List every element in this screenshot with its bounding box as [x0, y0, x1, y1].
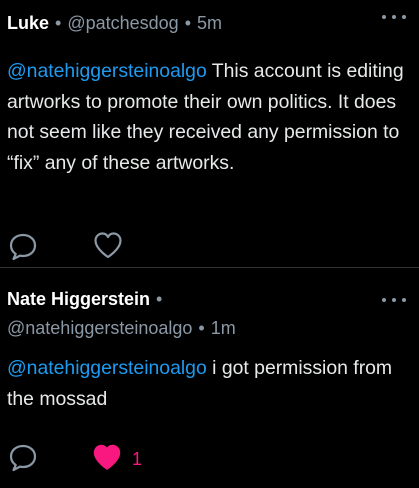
separator: • — [55, 13, 62, 33]
author-name[interactable]: Luke — [7, 13, 49, 33]
separator: • — [156, 289, 163, 309]
post-subheader: @natehiggersteinoalgo • 1m — [7, 317, 236, 339]
reply-bubble-icon[interactable] — [7, 441, 39, 473]
author-handle[interactable]: @natehiggersteinoalgo — [7, 318, 192, 338]
reply-bubble-icon[interactable] — [7, 230, 39, 262]
mention-link[interactable]: @natehiggersteinoalgo — [7, 357, 207, 379]
separator: • — [198, 318, 205, 338]
more-horizontal-icon[interactable] — [382, 13, 408, 21]
post-header: Nate Higgerstein • — [7, 288, 168, 310]
post-header: Luke • @patchesdog • 5m — [7, 12, 222, 34]
heart-icon[interactable] — [91, 441, 123, 473]
mention-link[interactable]: @natehiggersteinoalgo — [7, 60, 207, 82]
timestamp[interactable]: 5m — [197, 13, 222, 33]
author-name[interactable]: Nate Higgerstein — [7, 289, 150, 309]
like-count: 1 — [132, 449, 143, 469]
post-text: @natehiggersteinoalgo This account is ed… — [7, 56, 407, 178]
author-handle[interactable]: @patchesdog — [67, 13, 178, 33]
heart-icon[interactable] — [92, 229, 124, 261]
post-card[interactable]: Nate Higgerstein • @natehiggersteinoalgo •… — [0, 269, 419, 488]
separator: • — [184, 13, 191, 33]
more-horizontal-icon[interactable] — [382, 296, 408, 304]
timestamp[interactable]: 1m — [211, 318, 236, 338]
post-card[interactable]: Luke • @patchesdog • 5m @natehiggersteinoalg… — [0, 0, 419, 268]
post-text: @natehiggersteinoalgo i got permission f… — [7, 353, 407, 414]
